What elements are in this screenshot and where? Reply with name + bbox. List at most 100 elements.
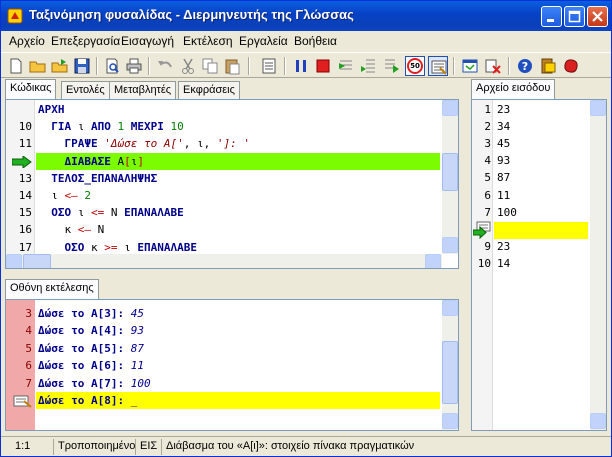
input-value[interactable]: 14 bbox=[497, 257, 587, 274]
step-into-icon bbox=[339, 60, 352, 70]
tab-variables[interactable]: Μεταβλητές bbox=[109, 81, 177, 99]
input-value[interactable]: 11 bbox=[497, 189, 587, 206]
menu-edit[interactable]: Επεξεργασία bbox=[51, 34, 120, 48]
help-button[interactable]: ? bbox=[515, 56, 535, 76]
print-preview-button[interactable] bbox=[102, 56, 122, 76]
minimize-icon bbox=[547, 19, 554, 22]
input-file-toggle-button[interactable] bbox=[428, 56, 448, 76]
maximize-button[interactable] bbox=[564, 6, 585, 27]
scroll-up-button[interactable] bbox=[442, 100, 458, 116]
output-prompt: Δώσε το Α[3]: bbox=[38, 307, 131, 320]
input-value[interactable]: 34 bbox=[497, 120, 587, 137]
line-numbers-button[interactable] bbox=[259, 56, 279, 76]
about-button[interactable] bbox=[561, 56, 581, 76]
speed-toggle-button[interactable]: 50 bbox=[405, 56, 425, 76]
code-token: Ν bbox=[91, 223, 105, 237]
hscroll-thumb[interactable] bbox=[23, 254, 51, 268]
editor-line-number: 11 bbox=[18, 137, 32, 151]
code-token: ΕΠΑΝΑΛΑΒΕ bbox=[137, 240, 197, 254]
menu-file[interactable]: Αρχείο bbox=[9, 34, 45, 48]
code-line[interactable]: ΔΙΑΒΑΣΕ Α[ι] bbox=[38, 155, 438, 172]
open-file-button[interactable] bbox=[28, 56, 48, 76]
run-to-cursor-button[interactable] bbox=[382, 56, 402, 76]
paste-button[interactable] bbox=[222, 56, 242, 76]
scissors-icon bbox=[182, 58, 194, 74]
code-token: >= bbox=[104, 240, 118, 254]
code-line[interactable]: ΑΡΧΗ bbox=[38, 103, 438, 120]
input-line-number: 6 bbox=[484, 188, 491, 202]
copy-button[interactable] bbox=[200, 56, 220, 76]
save-button[interactable] bbox=[72, 56, 92, 76]
input-line-number: 3 bbox=[484, 137, 491, 151]
minimize-button[interactable] bbox=[541, 6, 562, 27]
tab-expressions[interactable]: Εκφράσεις bbox=[178, 81, 240, 99]
toolbar: 50 ? bbox=[1, 52, 611, 78]
input-value[interactable]: 87 bbox=[497, 171, 587, 188]
pause-button[interactable] bbox=[291, 56, 311, 76]
editor-line-number: 13 bbox=[18, 171, 32, 185]
menu-run[interactable]: Εκτέλεση bbox=[183, 34, 233, 48]
app-window: Ταξινόμηση φυσαλίδας - Διερμηνευτής της … bbox=[0, 0, 612, 457]
code-token: κ bbox=[38, 223, 78, 237]
code-editor[interactable]: ΑΡΧΗ 10 ΓΙΑ ι ΑΠΟ 1 ΜΕΧΡΙ 10 11 ΓΡΑΨΕ 'Δώσ… bbox=[5, 99, 459, 269]
input-vertical-scrollbar[interactable] bbox=[590, 100, 606, 430]
output-scroll-thumb[interactable] bbox=[442, 341, 458, 404]
window-switch-button[interactable] bbox=[460, 56, 480, 76]
input-line-number: 10 bbox=[477, 256, 491, 270]
input-value[interactable]: 23 bbox=[497, 240, 587, 257]
output-prompt: Δώσε το Α[7]: bbox=[38, 376, 131, 390]
editor-horizontal-scrollbar[interactable] bbox=[6, 254, 442, 268]
new-file-button[interactable] bbox=[6, 56, 26, 76]
cut-button[interactable] bbox=[178, 56, 198, 76]
editor-vertical-scrollbar[interactable] bbox=[442, 100, 458, 254]
menu-help[interactable]: Βοήθεια bbox=[294, 34, 337, 48]
input-value[interactable]: 45 bbox=[497, 137, 587, 154]
clear-icon bbox=[485, 59, 501, 74]
output-line-number: 4 bbox=[25, 324, 32, 338]
input-value[interactable] bbox=[497, 223, 587, 240]
output-screen[interactable]: 3 Δώσε το Α[3]: 45 4 Δώσε το Α[4]: 93 5 Δώσε … bbox=[5, 299, 459, 431]
print-button[interactable] bbox=[124, 56, 144, 76]
output-vertical-scrollbar[interactable] bbox=[442, 300, 458, 430]
input-value[interactable]: 93 bbox=[497, 154, 587, 171]
output-scroll-up-button[interactable] bbox=[442, 300, 458, 316]
input-file-panel[interactable]: 1 23 2 34 3 45 4 93 5 87 6 11 7 100 9 23 10 14 bbox=[471, 99, 607, 431]
input-line-number: 2 bbox=[484, 120, 491, 134]
step-into-button[interactable] bbox=[336, 56, 356, 76]
code-token: ι bbox=[38, 189, 65, 202]
undo-button[interactable] bbox=[155, 56, 175, 76]
clear-button[interactable] bbox=[483, 56, 503, 76]
help-book-button[interactable] bbox=[538, 56, 558, 76]
tab-commands[interactable]: Εντολές bbox=[61, 81, 110, 99]
output-line: Δώσε το Α[4]: 93 bbox=[38, 324, 438, 341]
scroll-thumb[interactable] bbox=[442, 153, 458, 191]
input-value[interactable]: 100 bbox=[497, 206, 587, 223]
menu-tools[interactable]: Εργαλεία bbox=[239, 34, 288, 48]
app-logo-icon bbox=[7, 8, 23, 24]
step-over-button[interactable] bbox=[359, 56, 379, 76]
close-button[interactable] bbox=[587, 6, 608, 27]
close-icon bbox=[592, 11, 603, 22]
tab-code[interactable]: Κώδικας bbox=[5, 79, 57, 99]
open-example-button[interactable] bbox=[50, 56, 70, 76]
code-line[interactable]: ΤΕΛΟΣ_ΕΠΑΝΑΛΗΨΗΣ bbox=[38, 172, 438, 189]
code-line[interactable]: ι <– 2 bbox=[38, 189, 438, 206]
output-value: _ bbox=[130, 394, 138, 407]
output-line-number: 7 bbox=[25, 376, 32, 390]
menu-insert[interactable]: Εισαγωγή bbox=[121, 34, 174, 48]
title-bar[interactable]: Ταξινόμηση φυσαλίδας - Διερμηνευτής της … bbox=[1, 1, 611, 31]
code-line[interactable]: ΓΙΑ ι ΑΠΟ 1 ΜΕΧΡΙ 10 bbox=[38, 120, 438, 137]
output-scroll-down-button[interactable] bbox=[442, 413, 458, 429]
scroll-left-button[interactable] bbox=[6, 254, 22, 268]
code-line[interactable]: κ <– Ν bbox=[38, 223, 438, 240]
code-line[interactable]: ΟΣΟ ι <= Ν ΕΠΑΝΑΛΑΒΕ bbox=[38, 206, 438, 223]
input-scroll-up-button[interactable] bbox=[590, 100, 606, 116]
tab-output-screen[interactable]: Οθόνη εκτέλεσης bbox=[5, 279, 99, 299]
input-value[interactable]: 23 bbox=[497, 103, 587, 120]
scroll-down-button[interactable] bbox=[442, 237, 458, 253]
input-scroll-down-button[interactable] bbox=[590, 413, 606, 429]
stop-button[interactable] bbox=[313, 56, 333, 76]
tab-input-file[interactable]: Αρχείο εισόδου bbox=[471, 79, 556, 99]
scroll-right-button[interactable] bbox=[425, 254, 441, 268]
